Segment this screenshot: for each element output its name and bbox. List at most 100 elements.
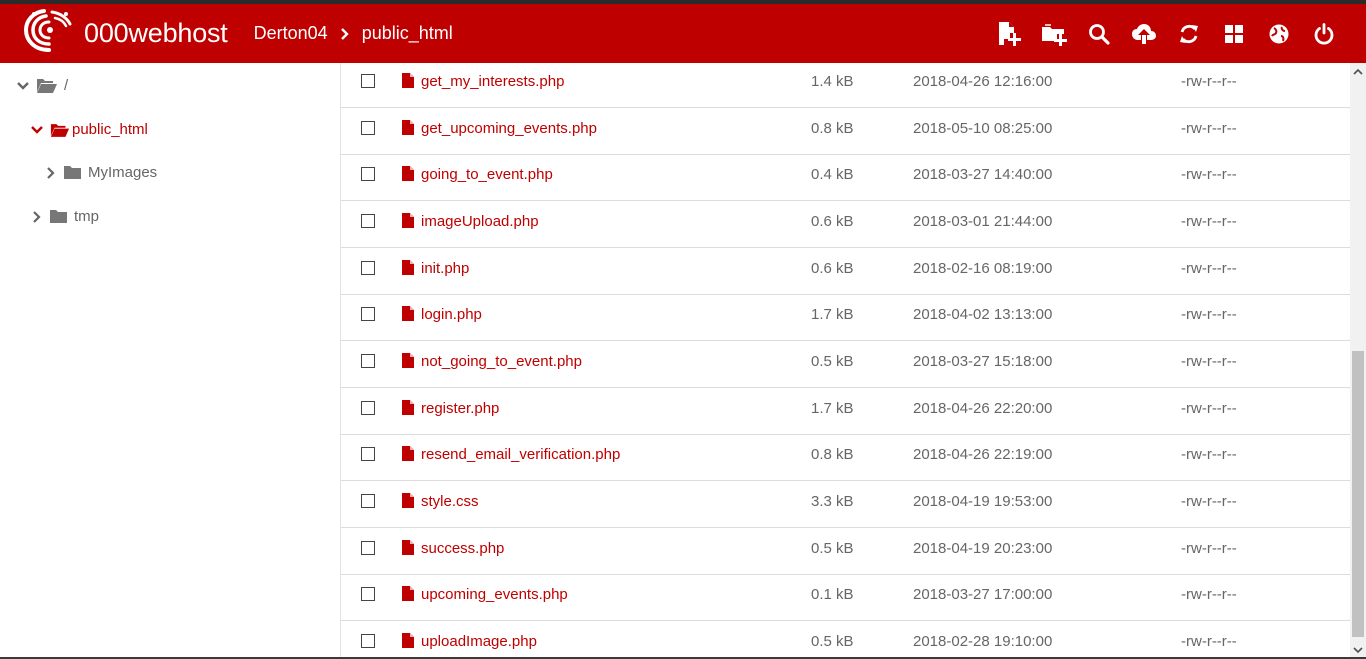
folder-tree: / public_html MyImages tmp [0, 63, 340, 659]
search-button[interactable] [1076, 4, 1121, 63]
file-name[interactable]: get_my_interests.php [421, 73, 564, 90]
file-checkbox[interactable] [361, 634, 375, 648]
logo[interactable]: 000webhost [22, 6, 228, 61]
file-checkbox[interactable] [361, 447, 375, 461]
file-name[interactable]: not_going_to_event.php [421, 353, 582, 370]
file-row[interactable]: success.php 0.5 kB 2018-04-19 20:23:00 -… [341, 528, 1351, 575]
file-date: 2018-04-19 20:23:00 [913, 540, 1053, 557]
file-checkbox[interactable] [361, 167, 375, 181]
file-date: 2018-02-28 19:10:00 [913, 633, 1053, 650]
file-name[interactable]: style.css [421, 493, 479, 510]
logout-button[interactable] [1301, 4, 1346, 63]
file-name[interactable]: success.php [421, 540, 504, 557]
tree-item-tmp[interactable]: tmp [30, 208, 99, 225]
file-row[interactable]: uploadImage.php 0.5 kB 2018-02-28 19:10:… [341, 621, 1351, 659]
chevron-right-icon[interactable] [44, 166, 58, 179]
file-row[interactable]: going_to_event.php 0.4 kB 2018-03-27 14:… [341, 154, 1351, 201]
file-size: 0.5 kB [811, 540, 854, 557]
file-size: 1.7 kB [811, 400, 854, 417]
file-permissions: -rw-r--r-- [1181, 493, 1237, 510]
file-size: 0.8 kB [811, 120, 854, 137]
tree-item-label: / [64, 77, 69, 94]
breadcrumb-item-folder[interactable]: public_html [362, 23, 453, 44]
new-file-button[interactable] [986, 4, 1031, 63]
file-name[interactable]: uploadImage.php [421, 633, 537, 650]
file-permissions: -rw-r--r-- [1181, 120, 1237, 137]
file-row[interactable]: style.css 3.3 kB 2018-04-19 19:53:00 -rw… [341, 481, 1351, 528]
file-date: 2018-04-26 22:20:00 [913, 400, 1053, 417]
file-name[interactable]: init.php [421, 260, 469, 277]
new-folder-button[interactable] [1031, 4, 1076, 63]
vertical-scrollbar[interactable] [1350, 63, 1366, 659]
file-name[interactable]: register.php [421, 400, 499, 417]
chevron-right-icon[interactable] [30, 210, 44, 223]
file-date: 2018-03-27 14:40:00 [913, 166, 1053, 183]
folder-open-icon [50, 122, 70, 138]
file-checkbox[interactable] [361, 214, 375, 228]
file-checkbox[interactable] [361, 587, 375, 601]
refresh-button[interactable] [1166, 4, 1211, 63]
file-row[interactable]: get_upcoming_events.php 0.8 kB 2018-05-1… [341, 108, 1351, 155]
file-date: 2018-03-27 17:00:00 [913, 586, 1053, 603]
file-date: 2018-04-26 12:16:00 [913, 73, 1053, 90]
file-checkbox[interactable] [361, 74, 375, 88]
file-name[interactable]: login.php [421, 306, 482, 323]
file-size: 0.8 kB [811, 446, 854, 463]
file-row[interactable]: imageUpload.php 0.6 kB 2018-03-01 21:44:… [341, 201, 1351, 248]
file-permissions: -rw-r--r-- [1181, 633, 1237, 650]
scrollbar-thumb[interactable] [1352, 351, 1364, 637]
chevron-down-icon[interactable] [16, 81, 30, 91]
new-file-icon [996, 20, 1022, 48]
tree-item-root[interactable]: / [16, 77, 68, 94]
file-date: 2018-03-27 15:18:00 [913, 353, 1053, 370]
view-grid-button[interactable] [1211, 4, 1256, 63]
logo-swirl-icon [22, 6, 76, 61]
file-checkbox[interactable] [361, 354, 375, 368]
file-icon [402, 540, 414, 559]
file-checkbox[interactable] [361, 307, 375, 321]
scroll-up-arrow-icon[interactable] [1350, 63, 1366, 80]
refresh-icon [1178, 23, 1200, 45]
file-name[interactable]: going_to_event.php [421, 166, 553, 183]
file-name[interactable]: upcoming_events.php [421, 586, 568, 603]
file-name[interactable]: resend_email_verification.php [421, 446, 620, 463]
file-row[interactable]: resend_email_verification.php 0.8 kB 201… [341, 434, 1351, 481]
tree-item-myimages[interactable]: MyImages [44, 164, 157, 181]
file-permissions: -rw-r--r-- [1181, 306, 1237, 323]
folder-icon [64, 165, 82, 180]
file-date: 2018-05-10 08:25:00 [913, 120, 1053, 137]
file-checkbox[interactable] [361, 494, 375, 508]
tree-item-label: tmp [74, 208, 100, 225]
file-size: 1.4 kB [811, 73, 854, 90]
file-icon [402, 353, 414, 372]
file-row[interactable]: not_going_to_event.php 0.5 kB 2018-03-27… [341, 341, 1351, 388]
file-icon [402, 400, 414, 419]
file-icon [402, 260, 414, 279]
file-checkbox[interactable] [361, 541, 375, 555]
tree-item-label: MyImages [88, 164, 158, 181]
file-permissions: -rw-r--r-- [1181, 73, 1237, 90]
file-icon [402, 306, 414, 325]
upload-button[interactable] [1121, 4, 1166, 63]
file-row[interactable]: register.php 1.7 kB 2018-04-26 22:20:00 … [341, 388, 1351, 435]
file-row[interactable]: get_my_interests.php 1.4 kB 2018-04-26 1… [341, 63, 1351, 108]
globe-icon [1268, 23, 1290, 45]
file-icon [402, 166, 414, 185]
file-permissions: -rw-r--r-- [1181, 166, 1237, 183]
file-row[interactable]: login.php 1.7 kB 2018-04-02 13:13:00 -rw… [341, 294, 1351, 341]
file-size: 1.7 kB [811, 306, 854, 323]
file-row[interactable]: upcoming_events.php 0.1 kB 2018-03-27 17… [341, 574, 1351, 621]
file-checkbox[interactable] [361, 121, 375, 135]
file-name[interactable]: imageUpload.php [421, 213, 539, 230]
file-checkbox[interactable] [361, 401, 375, 415]
breadcrumb: Derton04 public_html [254, 23, 453, 44]
file-checkbox[interactable] [361, 261, 375, 275]
file-size: 0.1 kB [811, 586, 854, 603]
chevron-down-icon[interactable] [30, 125, 44, 135]
breadcrumb-item-account[interactable]: Derton04 [254, 23, 328, 44]
file-name[interactable]: get_upcoming_events.php [421, 120, 597, 137]
file-icon [402, 120, 414, 139]
file-row[interactable]: init.php 0.6 kB 2018-02-16 08:19:00 -rw-… [341, 248, 1351, 295]
globe-button[interactable] [1256, 4, 1301, 63]
tree-item-public-html[interactable]: public_html [30, 121, 148, 138]
